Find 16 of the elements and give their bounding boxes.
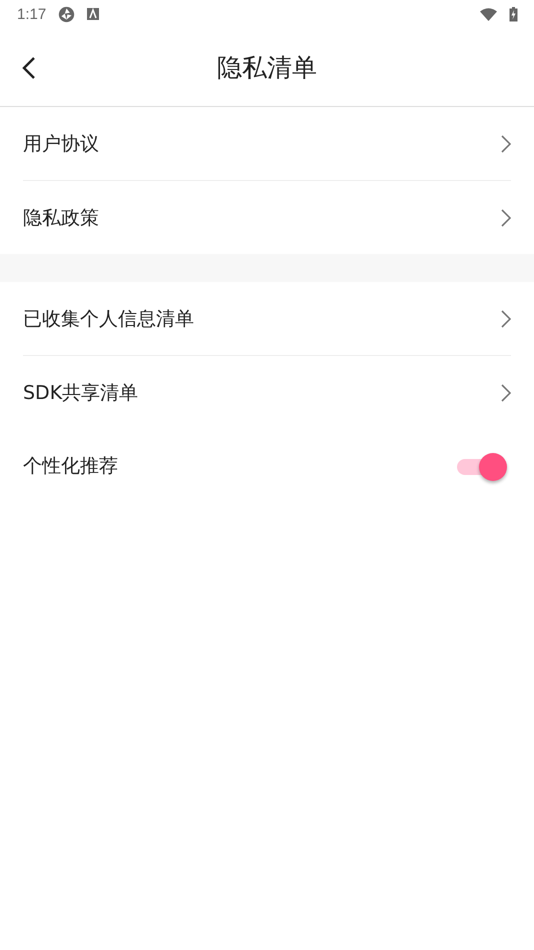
chevron-right-icon: [501, 134, 511, 152]
page-title: 隐私清单: [217, 52, 317, 84]
settings-item-label: 个性化推荐: [23, 454, 118, 478]
chevron-right-icon: [501, 310, 511, 328]
chevron-right-icon: [501, 384, 511, 402]
status-time: 1:17: [17, 6, 46, 22]
aperture-icon: [58, 6, 76, 22]
settings-item-label[interactable]: 隐私政策: [23, 204, 99, 230]
settings-item-label[interactable]: SDK共享清单: [23, 380, 138, 406]
notification-icon: [87, 8, 100, 20]
settings-item-label[interactable]: 已收集个人信息清单: [23, 306, 194, 332]
wifi-icon: [480, 8, 497, 20]
chevron-right-icon: [501, 208, 511, 226]
back-icon: [22, 56, 36, 80]
settings-item-label[interactable]: 用户协议: [23, 130, 99, 156]
battery-charging-icon: [509, 6, 518, 22]
